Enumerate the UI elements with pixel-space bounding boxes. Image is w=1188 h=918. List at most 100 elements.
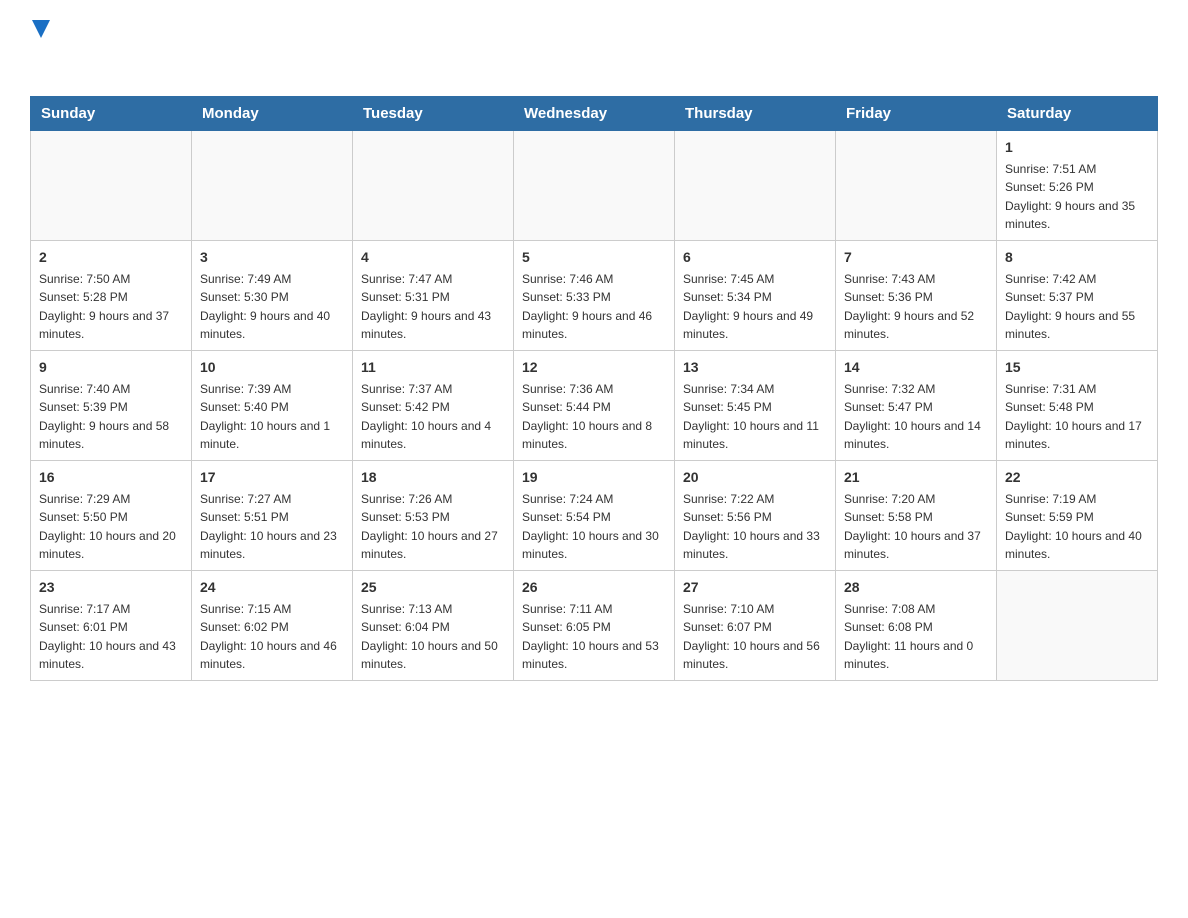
day-info: Sunrise: 7:47 AMSunset: 5:31 PMDaylight:… (361, 272, 491, 340)
logo-arrow-icon (30, 20, 50, 44)
day-number: 3 (200, 247, 344, 267)
calendar-day-cell (514, 131, 675, 241)
day-info: Sunrise: 7:20 AMSunset: 5:58 PMDaylight:… (844, 492, 981, 560)
day-number: 24 (200, 577, 344, 597)
day-of-week-header: Saturday (997, 97, 1158, 131)
day-info: Sunrise: 7:42 AMSunset: 5:37 PMDaylight:… (1005, 272, 1135, 340)
day-info: Sunrise: 7:27 AMSunset: 5:51 PMDaylight:… (200, 492, 337, 560)
calendar-day-cell: 20 Sunrise: 7:22 AMSunset: 5:56 PMDayligh… (675, 461, 836, 571)
day-number: 22 (1005, 467, 1149, 487)
calendar-day-cell (31, 131, 192, 241)
calendar-day-cell: 13 Sunrise: 7:34 AMSunset: 5:45 PMDayligh… (675, 351, 836, 461)
day-info: Sunrise: 7:36 AMSunset: 5:44 PMDaylight:… (522, 382, 652, 450)
calendar-day-cell: 2 Sunrise: 7:50 AMSunset: 5:28 PMDaylight… (31, 241, 192, 351)
day-number: 11 (361, 357, 505, 377)
day-info: Sunrise: 7:08 AMSunset: 6:08 PMDaylight:… (844, 602, 973, 670)
day-of-week-header: Wednesday (514, 97, 675, 131)
day-number: 16 (39, 467, 183, 487)
calendar-day-cell: 15 Sunrise: 7:31 AMSunset: 5:48 PMDayligh… (997, 351, 1158, 461)
day-info: Sunrise: 7:46 AMSunset: 5:33 PMDaylight:… (522, 272, 652, 340)
calendar-day-cell: 21 Sunrise: 7:20 AMSunset: 5:58 PMDayligh… (836, 461, 997, 571)
calendar-day-cell: 25 Sunrise: 7:13 AMSunset: 6:04 PMDayligh… (353, 571, 514, 681)
day-number: 14 (844, 357, 988, 377)
calendar-day-cell: 6 Sunrise: 7:45 AMSunset: 5:34 PMDaylight… (675, 241, 836, 351)
day-info: Sunrise: 7:22 AMSunset: 5:56 PMDaylight:… (683, 492, 820, 560)
day-of-week-header: Thursday (675, 97, 836, 131)
calendar-day-cell: 12 Sunrise: 7:36 AMSunset: 5:44 PMDayligh… (514, 351, 675, 461)
calendar-day-cell: 10 Sunrise: 7:39 AMSunset: 5:40 PMDayligh… (192, 351, 353, 461)
calendar-day-cell: 22 Sunrise: 7:19 AMSunset: 5:59 PMDayligh… (997, 461, 1158, 571)
calendar-day-cell: 24 Sunrise: 7:15 AMSunset: 6:02 PMDayligh… (192, 571, 353, 681)
day-number: 6 (683, 247, 827, 267)
calendar-day-cell: 4 Sunrise: 7:47 AMSunset: 5:31 PMDaylight… (353, 241, 514, 351)
calendar-day-cell: 28 Sunrise: 7:08 AMSunset: 6:08 PMDayligh… (836, 571, 997, 681)
day-info: Sunrise: 7:19 AMSunset: 5:59 PMDaylight:… (1005, 492, 1142, 560)
calendar-header-row: SundayMondayTuesdayWednesdayThursdayFrid… (31, 97, 1158, 131)
day-number: 8 (1005, 247, 1149, 267)
day-number: 26 (522, 577, 666, 597)
day-info: Sunrise: 7:37 AMSunset: 5:42 PMDaylight:… (361, 382, 491, 450)
calendar-day-cell: 18Sunrise: 7:26 AMSunset: 5:53 PMDayligh… (353, 461, 514, 571)
day-of-week-header: Monday (192, 97, 353, 131)
calendar-day-cell: 1 Sunrise: 7:51 AMSunset: 5:26 PMDaylight… (997, 131, 1158, 241)
day-info: Sunrise: 7:24 AMSunset: 5:54 PMDaylight:… (522, 492, 659, 560)
day-info: Sunrise: 7:51 AMSunset: 5:26 PMDaylight:… (1005, 162, 1135, 230)
day-info: Sunrise: 7:10 AMSunset: 6:07 PMDaylight:… (683, 602, 820, 670)
calendar-week-row: 23Sunrise: 7:17 AMSunset: 6:01 PMDayligh… (31, 571, 1158, 681)
calendar-day-cell (192, 131, 353, 241)
day-number: 7 (844, 247, 988, 267)
day-info: Sunrise: 7:40 AMSunset: 5:39 PMDaylight:… (39, 382, 169, 450)
day-number: 19 (522, 467, 666, 487)
day-number: 25 (361, 577, 505, 597)
calendar-day-cell: 5 Sunrise: 7:46 AMSunset: 5:33 PMDaylight… (514, 241, 675, 351)
day-info: Sunrise: 7:31 AMSunset: 5:48 PMDaylight:… (1005, 382, 1142, 450)
day-info: Sunrise: 7:11 AMSunset: 6:05 PMDaylight:… (522, 602, 659, 670)
calendar-day-cell: 7 Sunrise: 7:43 AMSunset: 5:36 PMDaylight… (836, 241, 997, 351)
day-info: Sunrise: 7:29 AMSunset: 5:50 PMDaylight:… (39, 492, 176, 560)
day-number: 13 (683, 357, 827, 377)
page-header (30, 20, 1158, 76)
day-info: Sunrise: 7:39 AMSunset: 5:40 PMDaylight:… (200, 382, 330, 450)
calendar-day-cell: 14 Sunrise: 7:32 AMSunset: 5:47 PMDayligh… (836, 351, 997, 461)
logo (30, 20, 50, 76)
day-number: 5 (522, 247, 666, 267)
calendar-day-cell: 9Sunrise: 7:40 AMSunset: 5:39 PMDaylight… (31, 351, 192, 461)
day-number: 1 (1005, 137, 1149, 157)
day-number: 15 (1005, 357, 1149, 377)
calendar-day-cell: 8 Sunrise: 7:42 AMSunset: 5:37 PMDaylight… (997, 241, 1158, 351)
day-info: Sunrise: 7:50 AMSunset: 5:28 PMDaylight:… (39, 272, 169, 340)
day-info: Sunrise: 7:34 AMSunset: 5:45 PMDaylight:… (683, 382, 819, 450)
calendar-week-row: 1 Sunrise: 7:51 AMSunset: 5:26 PMDaylight… (31, 131, 1158, 241)
day-number: 23 (39, 577, 183, 597)
calendar-day-cell: 11 Sunrise: 7:37 AMSunset: 5:42 PMDayligh… (353, 351, 514, 461)
day-of-week-header: Friday (836, 97, 997, 131)
calendar-day-cell: 27 Sunrise: 7:10 AMSunset: 6:07 PMDayligh… (675, 571, 836, 681)
day-number: 12 (522, 357, 666, 377)
calendar-table: SundayMondayTuesdayWednesdayThursdayFrid… (30, 96, 1158, 681)
day-number: 4 (361, 247, 505, 267)
day-number: 21 (844, 467, 988, 487)
calendar-day-cell: 16 Sunrise: 7:29 AMSunset: 5:50 PMDayligh… (31, 461, 192, 571)
calendar-day-cell: 19 Sunrise: 7:24 AMSunset: 5:54 PMDayligh… (514, 461, 675, 571)
day-info: Sunrise: 7:45 AMSunset: 5:34 PMDaylight:… (683, 272, 813, 340)
day-number: 20 (683, 467, 827, 487)
day-number: 18 (361, 467, 505, 487)
calendar-day-cell (997, 571, 1158, 681)
calendar-day-cell: 26 Sunrise: 7:11 AMSunset: 6:05 PMDayligh… (514, 571, 675, 681)
day-number: 28 (844, 577, 988, 597)
day-info: Sunrise: 7:49 AMSunset: 5:30 PMDaylight:… (200, 272, 330, 340)
day-info: Sunrise: 7:32 AMSunset: 5:47 PMDaylight:… (844, 382, 981, 450)
calendar-day-cell: 3 Sunrise: 7:49 AMSunset: 5:30 PMDaylight… (192, 241, 353, 351)
day-number: 17 (200, 467, 344, 487)
calendar-day-cell (353, 131, 514, 241)
calendar-day-cell: 23Sunrise: 7:17 AMSunset: 6:01 PMDayligh… (31, 571, 192, 681)
calendar-week-row: 9Sunrise: 7:40 AMSunset: 5:39 PMDaylight… (31, 351, 1158, 461)
day-number: 27 (683, 577, 827, 597)
day-info: Sunrise: 7:15 AMSunset: 6:02 PMDaylight:… (200, 602, 337, 670)
day-number: 10 (200, 357, 344, 377)
calendar-day-cell (836, 131, 997, 241)
day-number: 2 (39, 247, 183, 267)
day-info: Sunrise: 7:13 AMSunset: 6:04 PMDaylight:… (361, 602, 498, 670)
day-info: Sunrise: 7:43 AMSunset: 5:36 PMDaylight:… (844, 272, 974, 340)
day-of-week-header: Tuesday (353, 97, 514, 131)
